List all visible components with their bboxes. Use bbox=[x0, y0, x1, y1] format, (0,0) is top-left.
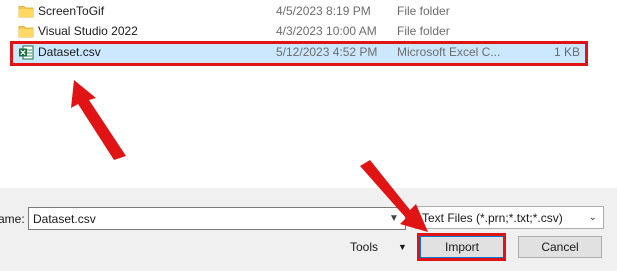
chevron-down-icon: ⌄ bbox=[588, 212, 597, 223]
file-type: File folder bbox=[397, 24, 450, 38]
file-type-filter[interactable]: Text Files (*.prn;*.txt;*.csv) ⌄ bbox=[415, 206, 604, 229]
file-name-label: ame: bbox=[0, 212, 25, 226]
file-date: 4/5/2023 8:19 PM bbox=[276, 4, 371, 18]
cancel-button[interactable]: Cancel bbox=[518, 236, 602, 258]
dialog-footer: ame: Dataset.csv ▼ Text Files (*.prn;*.t… bbox=[0, 188, 617, 271]
file-name: Visual Studio 2022 bbox=[38, 24, 138, 38]
file-name: Dataset.csv bbox=[38, 45, 101, 59]
caret-down-icon: ▼ bbox=[398, 242, 407, 252]
tools-menu[interactable]: Tools ▼ bbox=[350, 240, 407, 254]
file-size: 1 KB bbox=[553, 45, 580, 59]
chevron-down-icon[interactable]: ▼ bbox=[387, 213, 401, 224]
file-name: ScreenToGif bbox=[38, 4, 105, 18]
excel-csv-icon bbox=[19, 45, 34, 60]
file-name-value: Dataset.csv bbox=[33, 211, 96, 226]
file-date: 5/12/2023 4:52 PM bbox=[276, 45, 378, 59]
file-date: 4/3/2023 10:00 AM bbox=[276, 24, 377, 38]
up-arrow-annotation bbox=[71, 80, 126, 160]
folder-icon bbox=[18, 6, 34, 18]
file-row-dataset-csv[interactable]: Dataset.csv 5/12/2023 4:52 PM Microsoft … bbox=[12, 43, 586, 63]
file-row-visual-studio-2022[interactable]: Visual Studio 2022 4/3/2023 10:00 AM Fil… bbox=[12, 22, 586, 42]
tools-label: Tools bbox=[350, 240, 379, 254]
folder-icon bbox=[18, 26, 34, 38]
file-type: Microsoft Excel C... bbox=[397, 45, 501, 59]
file-row-screentogif[interactable]: ScreenToGif 4/5/2023 8:19 PM File folder bbox=[12, 2, 586, 22]
file-type: File folder bbox=[397, 4, 450, 18]
file-list: ScreenToGif 4/5/2023 8:19 PM File folder… bbox=[0, 0, 617, 72]
import-button[interactable]: Import bbox=[420, 236, 504, 258]
file-name-input[interactable]: Dataset.csv ▼ bbox=[28, 207, 406, 230]
file-type-filter-value: Text Files (*.prn;*.txt;*.csv) bbox=[422, 210, 563, 225]
